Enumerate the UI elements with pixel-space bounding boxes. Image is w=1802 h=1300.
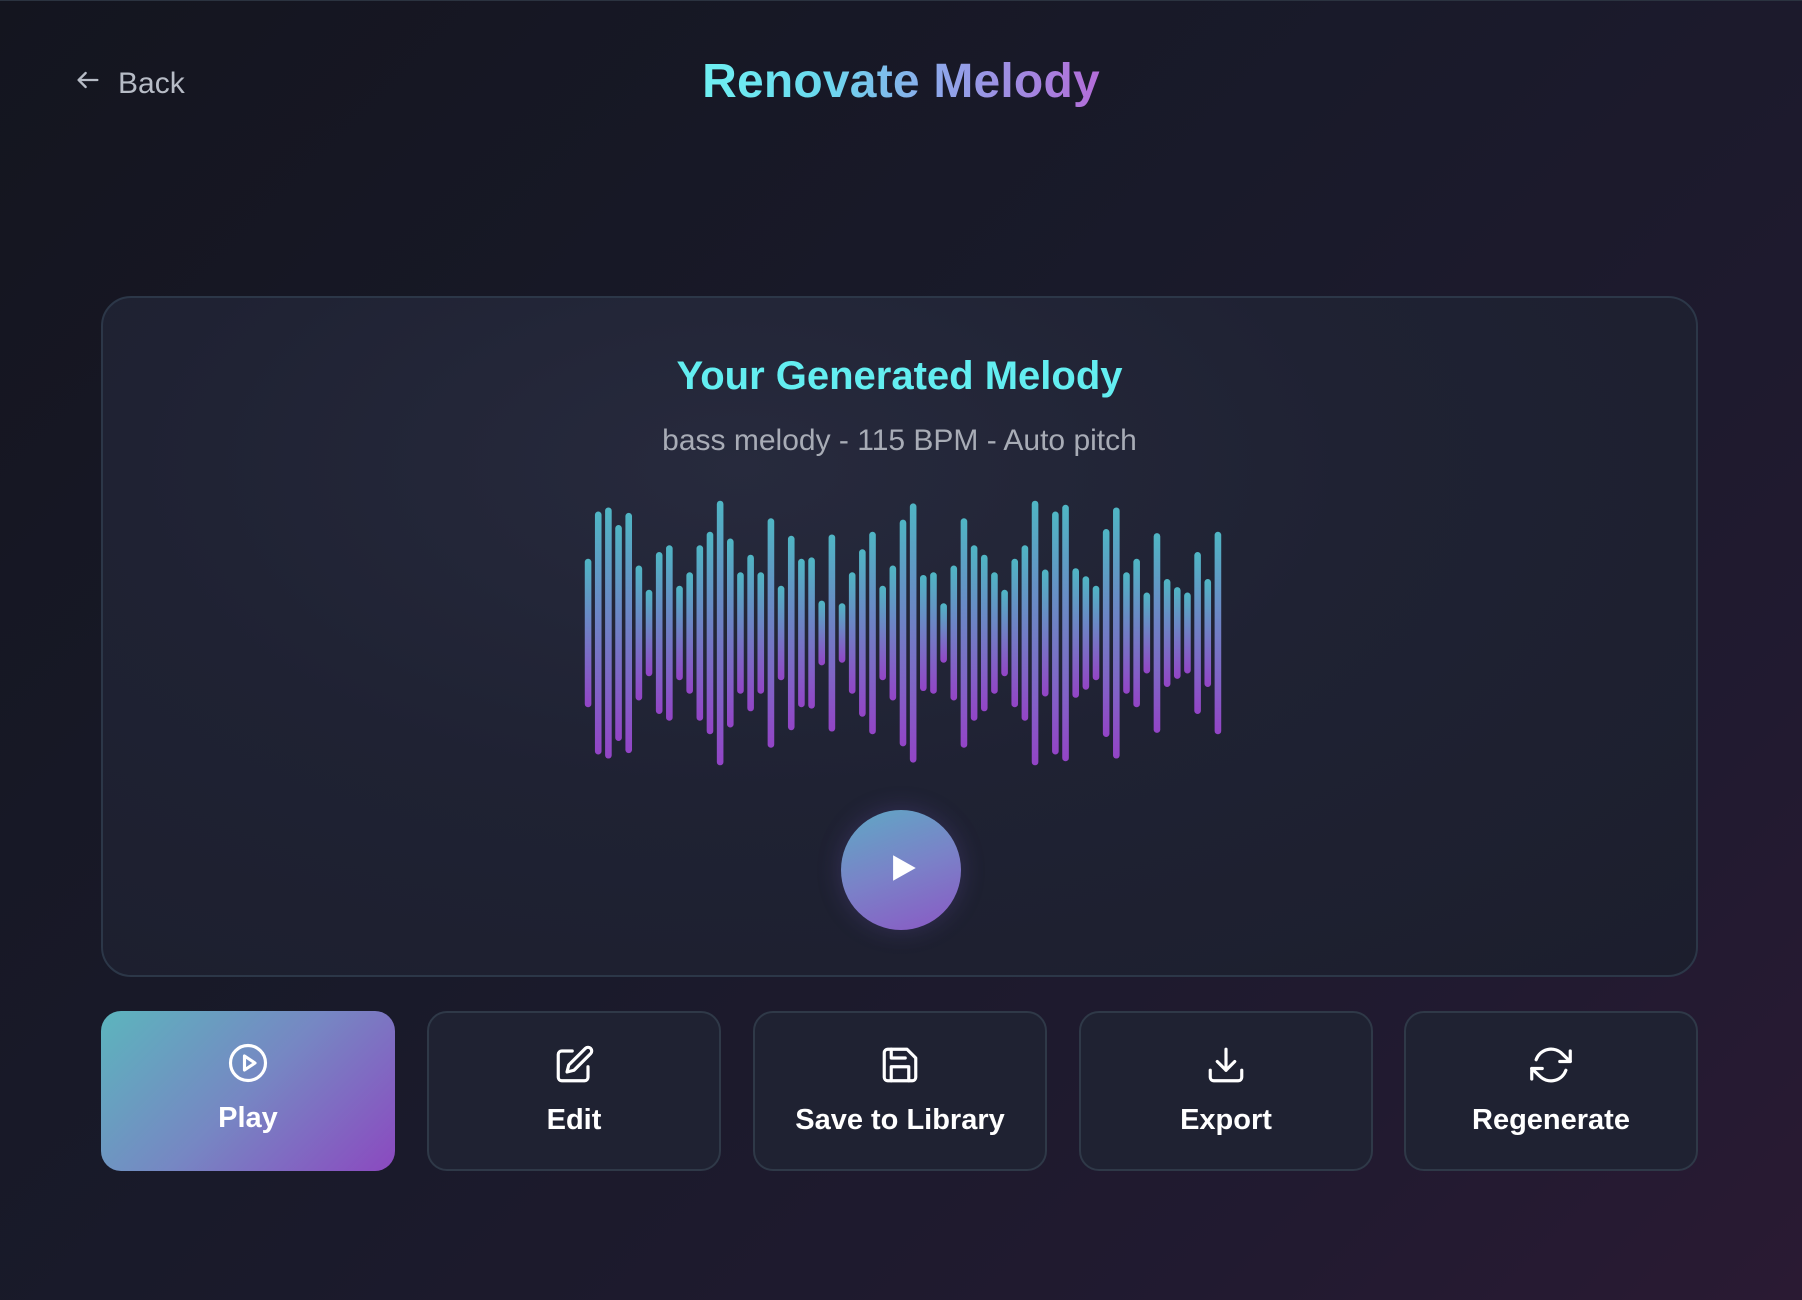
waveform-bar (859, 549, 866, 717)
waveform-bar (1173, 587, 1181, 679)
action-bar: Play Edit Save to Library Export Regener… (101, 1011, 1698, 1171)
waveform-bar (980, 554, 988, 712)
edit-button[interactable]: Edit (427, 1011, 721, 1171)
waveform-bar (1113, 507, 1120, 759)
waveform-bar (889, 565, 897, 701)
window-top-border (0, 0, 1802, 1)
waveform-bar (615, 525, 622, 741)
waveform-bar (727, 538, 734, 728)
waveform-play-button[interactable] (841, 810, 961, 930)
waveform-bar (970, 545, 978, 721)
regenerate-button[interactable]: Regenerate (1404, 1011, 1698, 1171)
waveform-bar (1011, 558, 1019, 708)
waveform-bar (777, 585, 785, 681)
waveform-bar (1072, 568, 1079, 698)
refresh-icon (1530, 1044, 1572, 1086)
export-button-label: Export (1180, 1104, 1272, 1136)
melody-title: Your Generated Melody (676, 354, 1123, 398)
waveform-bar (818, 600, 826, 666)
waveform-bar (1001, 589, 1008, 677)
waveform-bar (696, 545, 704, 721)
play-button-label: Play (218, 1102, 278, 1134)
waveform-bar (848, 572, 856, 694)
waveform-bar (1214, 531, 1222, 735)
waveform-bar (584, 558, 592, 708)
waveform-bar (1092, 585, 1100, 681)
waveform (584, 500, 1222, 766)
waveform-bar (909, 503, 917, 763)
waveform-bar (706, 531, 714, 735)
waveform-bar (686, 572, 693, 694)
waveform-bar (1031, 500, 1039, 766)
waveform-bar (1082, 576, 1090, 690)
waveform-bar (676, 585, 683, 681)
waveform-bar (1133, 558, 1140, 708)
play-icon (882, 851, 920, 890)
waveform-bar (605, 507, 612, 759)
waveform-bar (930, 572, 937, 694)
waveform-bar (666, 545, 673, 721)
waveform-bar (1204, 579, 1212, 687)
waveform-bar (960, 518, 968, 748)
waveform-bar (950, 565, 958, 701)
waveform-bar (1062, 504, 1069, 762)
waveform-bar (594, 511, 602, 755)
waveform-bar (1021, 545, 1029, 721)
waveform-bar (747, 554, 754, 712)
waveform-bar (737, 572, 744, 694)
waveform-bar (757, 572, 765, 694)
edit-icon (553, 1044, 595, 1086)
waveform-bar (767, 518, 775, 748)
waveform-bar (625, 512, 633, 754)
waveform-bar (920, 574, 927, 692)
waveform-bar (655, 552, 663, 714)
waveform-bar (828, 534, 836, 732)
waveform-bar (635, 565, 643, 701)
melody-card: Your Generated Melody bass melody - 115 … (101, 296, 1698, 977)
waveform-bar (716, 500, 724, 766)
save-to-library-button[interactable]: Save to Library (753, 1011, 1047, 1171)
download-icon (1205, 1044, 1247, 1086)
waveform-bar (869, 531, 876, 735)
regenerate-button-label: Regenerate (1472, 1104, 1630, 1136)
waveform-bar (787, 535, 795, 731)
play-circle-icon (227, 1042, 269, 1084)
export-button[interactable]: Export (1079, 1011, 1373, 1171)
waveform-bar (1123, 572, 1130, 694)
waveform-bar (645, 589, 653, 677)
waveform-bar (940, 603, 947, 663)
waveform-bar (1102, 529, 1110, 737)
waveform-bar (1041, 569, 1049, 697)
save-icon (879, 1044, 921, 1086)
edit-button-label: Edit (546, 1104, 602, 1136)
waveform-bar (1194, 552, 1201, 714)
waveform-bar (1184, 592, 1191, 674)
waveform-bar (808, 557, 815, 709)
waveform-bar (1153, 533, 1161, 733)
waveform-bar (1143, 592, 1151, 674)
save-button-label: Save to Library (795, 1104, 1005, 1136)
waveform-bar (838, 603, 846, 663)
waveform-bar (1052, 511, 1059, 755)
waveform-bar (798, 558, 805, 708)
waveform-bar (1163, 579, 1171, 687)
waveform-bar (899, 519, 907, 747)
play-button[interactable]: Play (101, 1011, 395, 1171)
waveform-bar (991, 572, 998, 694)
waveform-bar (879, 585, 886, 681)
page-title: Renovate Melody (702, 55, 1100, 108)
melody-subtitle: bass melody - 115 BPM - Auto pitch (662, 424, 1137, 457)
